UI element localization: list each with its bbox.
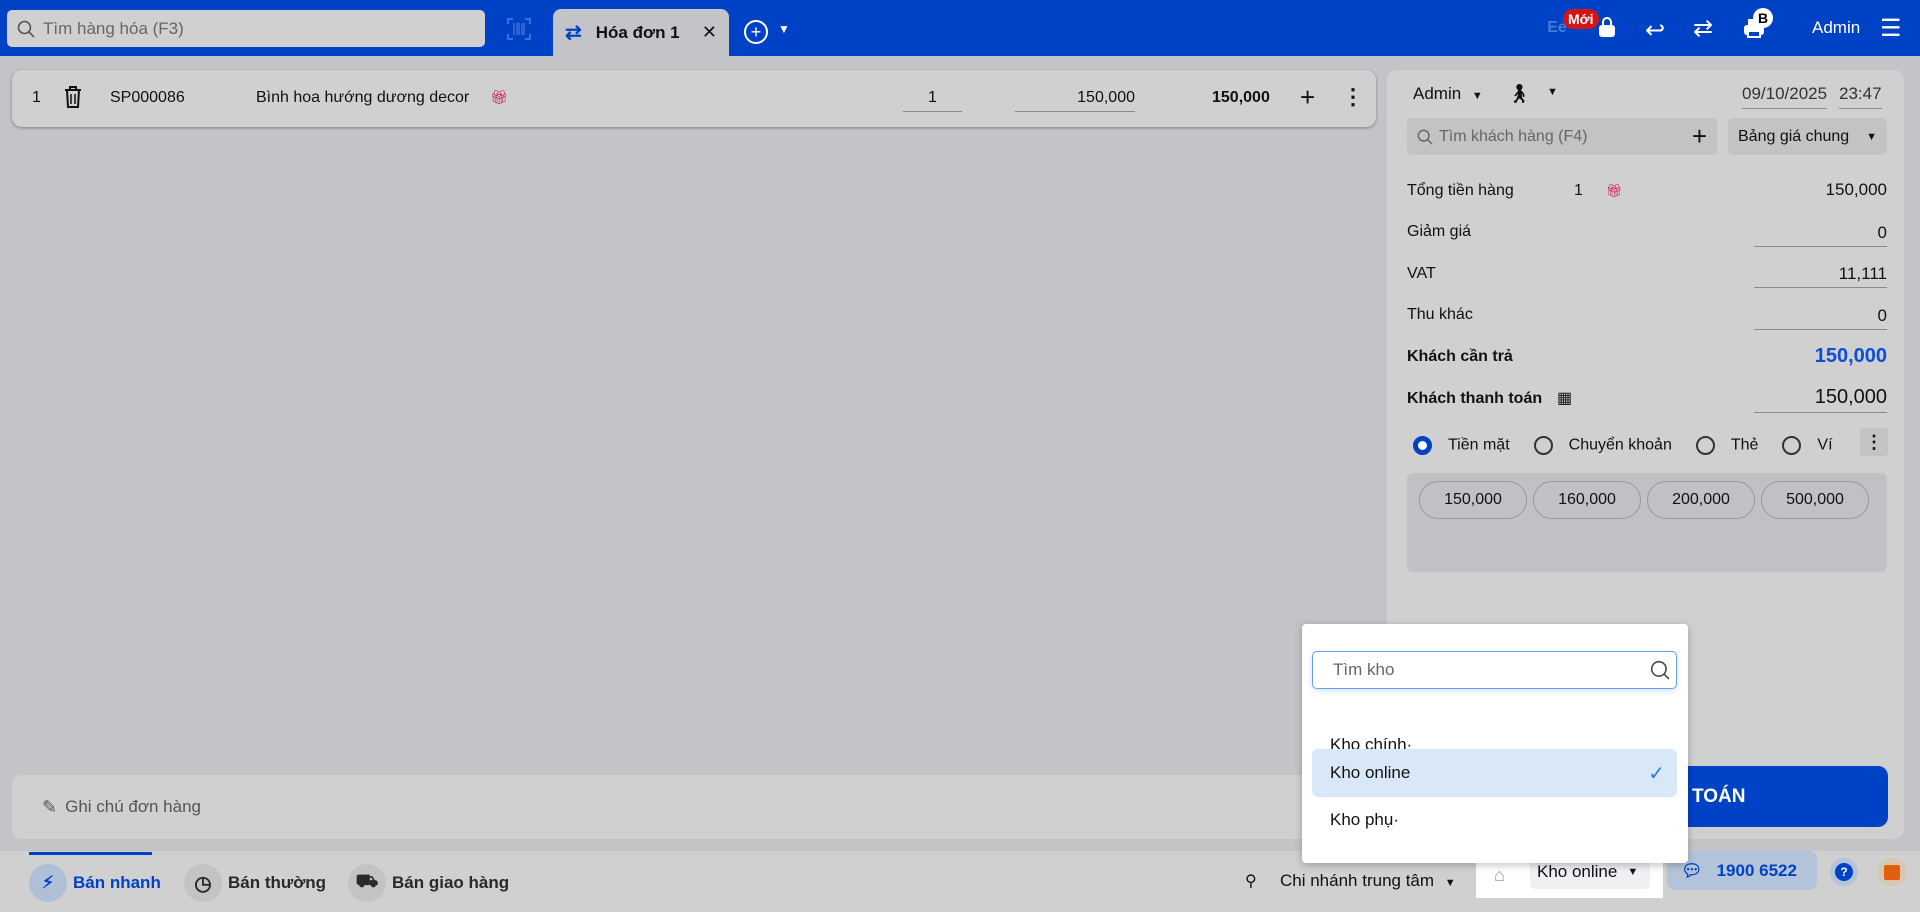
menu-icon[interactable]: ☰ [1880,14,1902,43]
help-icon[interactable]: ? [1830,858,1858,886]
vat-input[interactable]: 11,111 [1754,264,1887,288]
method-card[interactable]: Thẻ [1695,436,1758,455]
table-row: 1 SP000086 Bình hoa hướng dương decor 🎁︎… [12,70,1376,127]
qr-code-icon[interactable]: ▦ [1557,388,1572,408]
walking-person-icon[interactable]: 🚶︎ [1507,82,1531,106]
customer-search-input[interactable]: Tìm khách hàng (F4) + [1407,118,1717,155]
quick-amount-button[interactable]: 150,000 [1419,481,1527,519]
caret-down-icon[interactable]: ▼ [778,22,790,36]
mode-normal-sale[interactable]: ◷ Bán thường [184,864,326,902]
time-field[interactable]: 23:47 [1839,84,1882,109]
mode-delivery-sale[interactable]: ⛟ Bán giao hàng [348,864,509,902]
add-tab-icon[interactable]: + [744,20,768,44]
branch-select[interactable]: Chi nhánh trung tâm ▼ [1280,871,1456,891]
pencil-icon: ✎ [42,796,58,817]
warehouse-icon: ⌂ [1494,865,1505,885]
clock-icon: ◷ [184,864,222,902]
paid-input[interactable]: 150,000 [1754,386,1887,413]
mode-quick-sale[interactable]: ⚡︎ Bán nhanh [29,864,161,902]
tab-invoice-1[interactable]: ⇄ Hóa đơn 1 ✕ [553,9,729,56]
barcode-scan-icon[interactable] [506,16,532,42]
discount-input[interactable]: 0 [1754,223,1887,247]
warehouse-search-input[interactable]: Tìm kho [1312,651,1677,689]
search-icon [1650,660,1670,680]
feedback-icon[interactable] [1878,858,1906,886]
method-cash[interactable]: Tiền mặt [1413,436,1510,455]
method-wallet[interactable]: Ví [1782,436,1833,455]
caret-down-icon[interactable]: ▼ [1547,86,1558,98]
search-icon [17,20,35,38]
unit-price-input[interactable]: 150,000 [1015,89,1135,112]
other-fees-input[interactable]: 0 [1754,306,1887,330]
new-badge: Mới [1563,9,1599,29]
method-transfer[interactable]: Chuyển khoản [1533,436,1672,455]
order-note-input[interactable]: ✎ Ghi chú đơn hàng [12,775,1392,839]
more-methods-button[interactable]: ⋮ [1860,428,1888,456]
gift-icon: 🎁︎ [1606,183,1623,198]
product-search-input[interactable]: Tìm hàng hóa (F3) [7,10,485,47]
printer-badge: B [1753,8,1773,28]
trash-icon[interactable] [64,86,82,113]
gift-icon: 🎁︎ [490,89,508,105]
quick-amount-button[interactable]: 160,000 [1533,481,1641,519]
seller-select[interactable]: Admin ▼ [1413,84,1483,104]
sync-icon[interactable]: ⇄ [1693,14,1713,43]
search-icon [1417,129,1433,145]
more-icon[interactable]: ⋮ [1342,84,1364,110]
hotline-button[interactable]: 💬︎ 1900 6522 [1667,851,1817,890]
check-icon: ✓ [1648,762,1665,785]
truck-icon: ⛟ [348,864,386,902]
date-field[interactable]: 09/10/2025 [1742,84,1828,109]
warehouse-dropdown: Tìm kho Kho chính· Kho online ✓ Kho phụ· [1302,624,1688,863]
quick-amount-button[interactable]: 200,000 [1647,481,1755,519]
add-customer-icon[interactable]: + [1692,121,1707,152]
price-list-select[interactable]: Bảng giá chung ▼ [1728,118,1887,155]
location-pin-icon: ⚲ [1245,873,1257,890]
lock-icon[interactable] [1597,16,1617,38]
payment-methods: Tiền mặt Chuyển khoản Thẻ Ví [1413,436,1833,455]
warehouse-option-selected[interactable]: Kho online ✓ [1312,749,1677,797]
quick-amounts: 150,000 160,000 200,000 500,000 [1407,473,1887,572]
chat-icon: 💬︎ [1681,860,1703,880]
close-icon[interactable]: ✕ [702,22,717,43]
lightning-icon: ⚡︎ [29,864,67,902]
swap-icon: ⇄ [565,22,582,44]
warehouse-option[interactable]: Kho phụ· [1312,796,1677,844]
plus-icon[interactable]: + [1300,82,1315,113]
undo-icon[interactable]: ↩ [1645,16,1665,45]
quick-amount-button[interactable]: 500,000 [1761,481,1869,519]
quantity-input[interactable]: 1 [903,89,962,112]
user-name[interactable]: Admin [1812,18,1860,38]
